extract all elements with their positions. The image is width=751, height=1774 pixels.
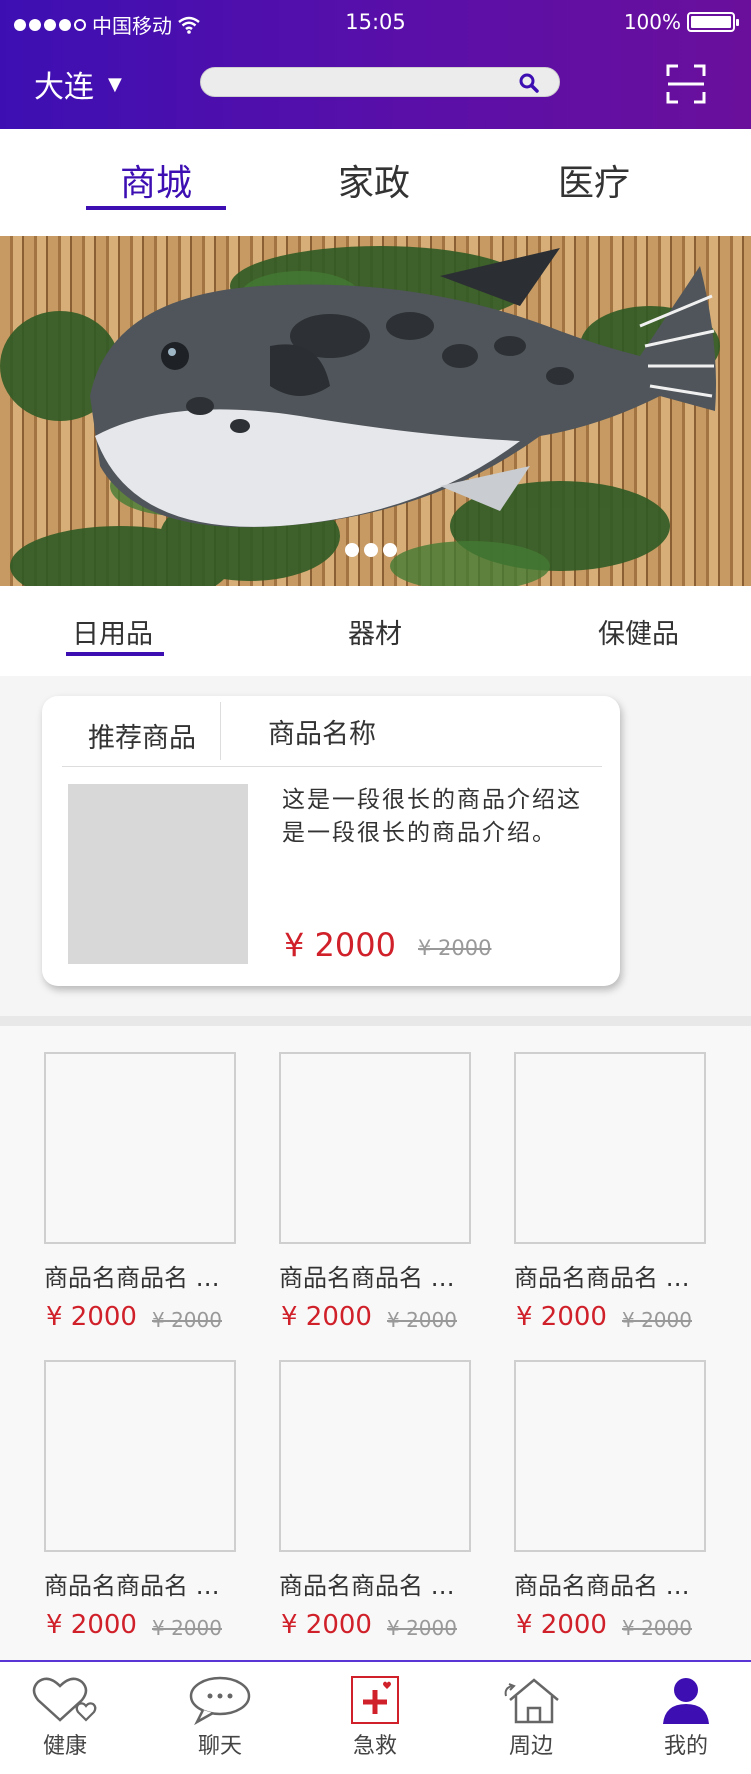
battery-icon xyxy=(687,12,739,32)
product-old-price: ¥ 2000 xyxy=(152,1308,222,1332)
product-old-price: ¥ 2000 xyxy=(622,1308,692,1332)
product-name: 商品名商品名 … xyxy=(44,1572,220,1600)
divider xyxy=(220,702,221,760)
city-selector[interactable]: 大连 ▼ xyxy=(34,62,122,106)
category-tab-bar: 日用品 器材 保健品 xyxy=(0,600,751,670)
tab-medical[interactable]: 医疗 xyxy=(558,154,630,206)
product-image xyxy=(514,1360,706,1552)
tab-daily-goods[interactable]: 日用品 xyxy=(72,612,153,651)
caret-down-icon: ▼ xyxy=(108,73,122,95)
product-image xyxy=(44,1360,236,1552)
product-old-price: ¥ 2000 xyxy=(152,1616,222,1640)
product-image xyxy=(44,1052,236,1244)
product-name: 商品名商品名 … xyxy=(44,1264,220,1292)
banner-carousel[interactable] xyxy=(0,236,751,586)
product-image xyxy=(279,1052,471,1244)
product-image xyxy=(514,1052,706,1244)
banner-image xyxy=(0,246,720,586)
nav-label: 急救 xyxy=(352,1734,397,1759)
nav-first-aid[interactable]: 急救 xyxy=(330,1676,420,1772)
home-icon xyxy=(504,1678,559,1724)
search-icon[interactable] xyxy=(519,73,539,93)
recommend-old-price: ¥ 2000 xyxy=(418,936,492,960)
recommend-label: 推荐商品 xyxy=(88,723,196,754)
nav-chat[interactable]: 聊天 xyxy=(175,1676,265,1772)
heart-icon xyxy=(32,1677,97,1722)
product-price: ¥ 2000 xyxy=(516,1610,607,1640)
product-image xyxy=(279,1360,471,1552)
first-aid-icon xyxy=(351,1676,399,1724)
carousel-dot[interactable] xyxy=(364,543,378,557)
scan-icon[interactable] xyxy=(666,64,706,104)
product-card[interactable]: 商品名商品名 … ¥ 2000 ¥ 2000 xyxy=(44,1052,244,1342)
nav-nearby[interactable]: 周边 xyxy=(486,1676,576,1772)
product-name: 商品名商品名 … xyxy=(514,1264,690,1292)
product-price: ¥ 2000 xyxy=(46,1610,137,1640)
recommend-card[interactable]: 推荐商品 商品名称 这是一段很长的商品介绍这是一段很长的商品介绍。 ¥ 2000… xyxy=(42,696,620,986)
tab-mall[interactable]: 商城 xyxy=(120,154,192,206)
battery-percent: 100% xyxy=(623,10,681,34)
status-bar: 中国移动 15:05 100% xyxy=(0,0,751,44)
product-card[interactable]: 商品名商品名 … ¥ 2000 ¥ 2000 xyxy=(279,1052,479,1342)
tab-indicator xyxy=(86,206,226,210)
user-icon xyxy=(663,1678,709,1724)
product-price: ¥ 2000 xyxy=(46,1302,137,1332)
app-header: 中国移动 15:05 100% 大连 ▼ xyxy=(0,0,751,129)
product-name: 商品名商品名 … xyxy=(514,1572,690,1600)
recommend-price: ¥ 2000 xyxy=(284,926,396,964)
product-old-price: ¥ 2000 xyxy=(622,1616,692,1640)
top-tab-bar: 商城 家政 医疗 xyxy=(0,140,751,220)
nav-mine[interactable]: 我的 xyxy=(641,1676,731,1772)
nav-label: 聊天 xyxy=(197,1734,242,1759)
recommend-product-name: 商品名称 xyxy=(268,719,376,750)
divider xyxy=(62,766,602,767)
battery-group: 100% xyxy=(623,10,739,34)
carousel-dot[interactable] xyxy=(383,543,397,557)
nav-label: 我的 xyxy=(663,1734,708,1759)
product-price: ¥ 2000 xyxy=(281,1302,372,1332)
recommend-description: 这是一段很长的商品介绍这是一段很长的商品介绍。 xyxy=(282,787,582,846)
product-card[interactable]: 商品名商品名 … ¥ 2000 ¥ 2000 xyxy=(44,1360,244,1650)
recommend-product-image xyxy=(68,784,248,964)
nav-label: 周边 xyxy=(508,1734,553,1759)
product-grid: 商品名商品名 … ¥ 2000 ¥ 2000 商品名商品名 … ¥ 2000 ¥… xyxy=(0,1026,751,1666)
chat-icon xyxy=(189,1676,251,1726)
category-indicator xyxy=(66,652,164,656)
recommend-section: 推荐商品 商品名称 这是一段很长的商品介绍这是一段很长的商品介绍。 ¥ 2000… xyxy=(0,676,751,1016)
product-card[interactable]: 商品名商品名 … ¥ 2000 ¥ 2000 xyxy=(514,1052,714,1342)
search-input[interactable] xyxy=(200,67,560,97)
product-old-price: ¥ 2000 xyxy=(387,1616,457,1640)
tab-housekeeping[interactable]: 家政 xyxy=(338,154,410,206)
tab-equipment[interactable]: 器材 xyxy=(348,612,402,651)
nav-label: 健康 xyxy=(42,1734,87,1759)
nav-health[interactable]: 健康 xyxy=(20,1676,110,1772)
product-name: 商品名商品名 … xyxy=(279,1572,455,1600)
product-old-price: ¥ 2000 xyxy=(387,1308,457,1332)
city-label: 大连 xyxy=(34,70,94,105)
product-name: 商品名商品名 … xyxy=(279,1264,455,1292)
bottom-tab-bar: 健康 聊天 急救 周边 我的 xyxy=(0,1660,751,1774)
section-separator xyxy=(0,1016,751,1026)
carousel-dot[interactable] xyxy=(345,543,359,557)
product-card[interactable]: 商品名商品名 … ¥ 2000 ¥ 2000 xyxy=(514,1360,714,1650)
product-card[interactable]: 商品名商品名 … ¥ 2000 ¥ 2000 xyxy=(279,1360,479,1650)
product-price: ¥ 2000 xyxy=(281,1610,372,1640)
product-price: ¥ 2000 xyxy=(516,1302,607,1332)
tab-health-products[interactable]: 保健品 xyxy=(598,612,679,651)
carousel-dots xyxy=(345,543,397,557)
